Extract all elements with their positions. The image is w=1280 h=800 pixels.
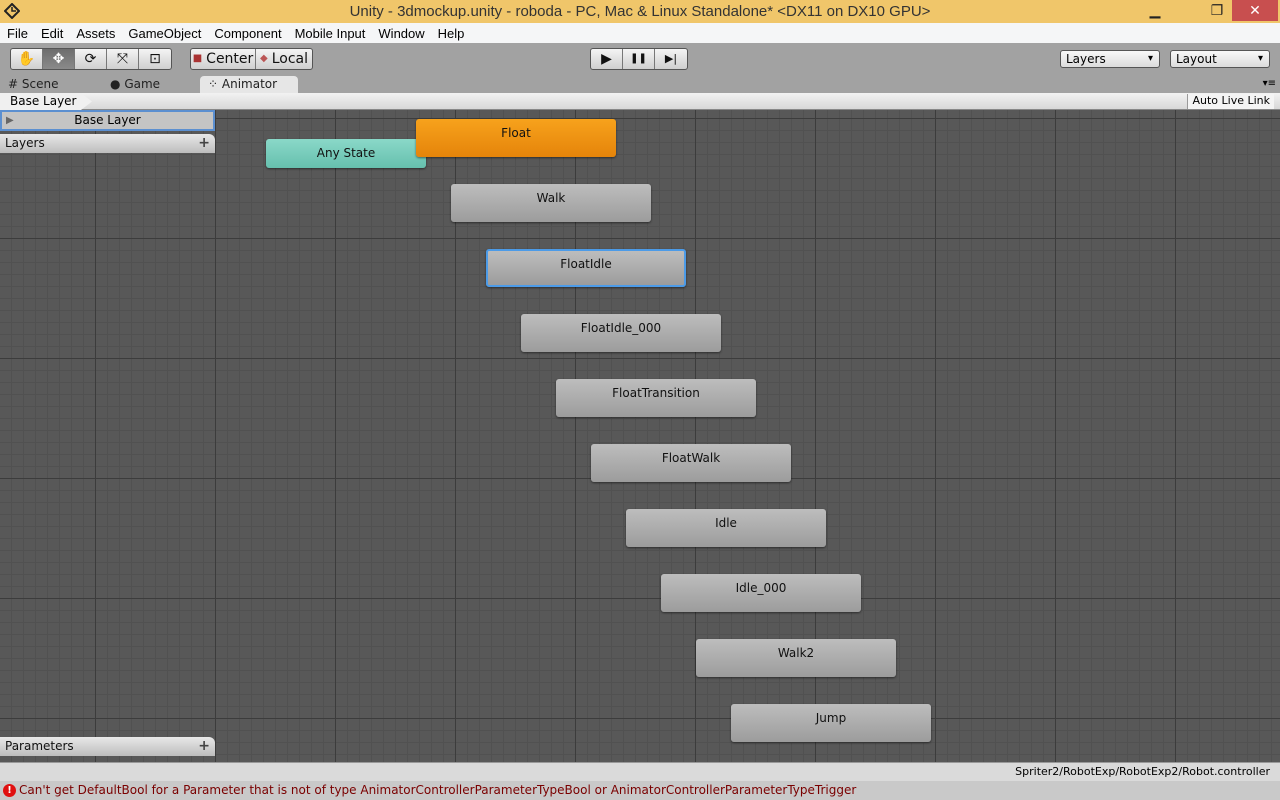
menu-window[interactable]: Window [371,26,430,41]
pivot-local-button[interactable]: ◆ Local [256,49,312,69]
pacman-icon: ● [110,77,121,91]
state-node[interactable]: Walk [451,184,651,222]
expand-arrow-icon[interactable]: ▶ [6,112,14,129]
parameters-header: Parameters + [0,737,215,756]
move-tool-icon[interactable]: ✥ [43,49,75,69]
pivot-center-button[interactable]: ■ Center [191,49,256,69]
layout-dropdown[interactable]: Layout [1170,50,1270,68]
rect-tool-icon[interactable]: ⊡ [139,49,171,69]
tab-bar: # Scene ● Game ⁘ Animator ▾≡ [0,76,1280,93]
layers-dropdown[interactable]: Layers [1060,50,1160,68]
menu-assets[interactable]: Assets [69,26,121,41]
menu-edit[interactable]: Edit [34,26,69,41]
status-message: Can't get DefaultBool for a Parameter th… [19,783,857,797]
state-any-state[interactable]: Any State [266,139,426,168]
play-button[interactable]: ▶ [591,49,623,69]
console-status-bar[interactable]: ! Can't get DefaultBool for a Parameter … [0,781,1280,800]
state-node[interactable]: Idle_000 [661,574,861,612]
menu-gameobject[interactable]: GameObject [121,26,207,41]
scale-tool-icon[interactable]: ⤧ [107,49,139,69]
minimize-button[interactable]: ▁ [1140,0,1170,21]
breadcrumb[interactable]: Base Layer [0,93,92,110]
state-node[interactable]: Idle [626,509,826,547]
hand-tool-icon[interactable]: ✋ [11,49,43,69]
state-node-selected[interactable]: FloatIdle [486,249,686,287]
menu-help[interactable]: Help [431,26,471,41]
menu-component[interactable]: Component [207,26,287,41]
step-button[interactable]: ▶| [655,49,687,69]
menu-mobile-input[interactable]: Mobile Input [288,26,372,41]
transform-tools: ✋ ✥ ⟳ ⤧ ⊡ [10,48,172,70]
add-parameter-button[interactable]: + [198,737,210,755]
add-layer-button[interactable]: + [198,134,210,152]
breadcrumb-bar: Base Layer Auto Live Link [0,93,1280,110]
toolbar: ✋ ✥ ⟳ ⤧ ⊡ ■ Center ◆ Local ▶ ❚❚ ▶| Layers … [0,43,1280,76]
state-node[interactable]: FloatWalk [591,444,791,482]
maximize-button[interactable]: ❐ [1202,0,1232,21]
auto-live-link-toggle[interactable]: Auto Live Link [1187,94,1274,109]
unity-logo-icon [4,3,20,19]
controller-path: Spriter2/RobotExp/RobotExp2/Robot.contro… [0,762,1280,781]
title-bar: Unity - 3dmockup.unity - roboda - PC, Ma… [0,0,1280,23]
rotate-tool-icon[interactable]: ⟳ [75,49,107,69]
window-title: Unity - 3dmockup.unity - roboda - PC, Ma… [349,3,931,20]
animator-icon: ⁘ [208,77,219,91]
close-button[interactable]: ✕ [1232,0,1278,21]
menu-bar: File Edit Assets GameObject Component Mo… [0,23,1280,43]
tab-menu-icon[interactable]: ▾≡ [1263,78,1276,89]
state-node[interactable]: Jump [731,704,931,742]
layers-header: Layers + [0,134,215,153]
pivot-group: ■ Center ◆ Local [190,48,313,70]
tab-scene[interactable]: # Scene [8,76,58,93]
local-cube-icon: ◆ [260,53,268,64]
menu-file[interactable]: File [0,26,34,41]
error-icon: ! [3,784,16,797]
pause-button[interactable]: ❚❚ [623,49,655,69]
state-default[interactable]: Float [416,119,616,157]
state-node[interactable]: Walk2 [696,639,896,677]
layer-item-base[interactable]: ▶ Base Layer [0,110,215,131]
playback-controls: ▶ ❚❚ ▶| [590,48,688,70]
center-icon: ■ [192,53,203,64]
state-node[interactable]: FloatTransition [556,379,756,417]
tab-game[interactable]: ● Game [110,76,160,93]
grid-icon: # [8,77,19,91]
state-node[interactable]: FloatIdle_000 [521,314,721,352]
tab-animator[interactable]: ⁘ Animator [200,76,298,93]
